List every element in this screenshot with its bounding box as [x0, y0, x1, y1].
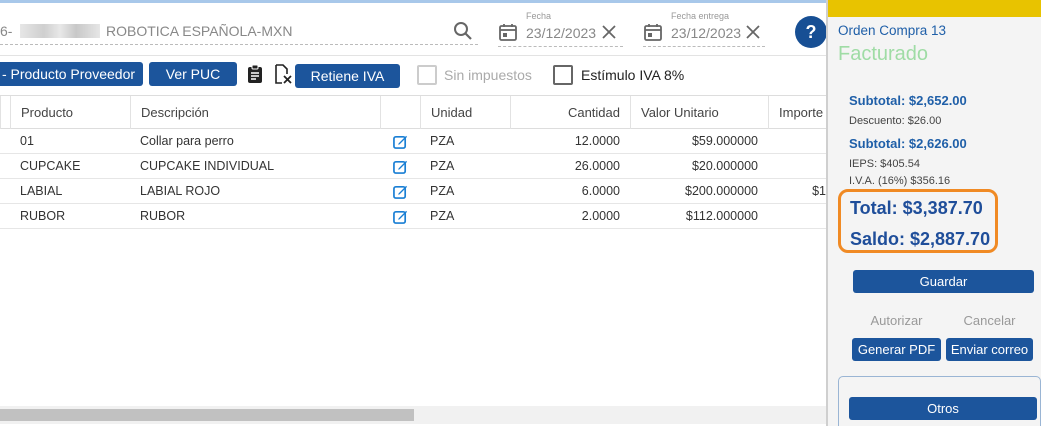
- totals-highlight: Total: $3,387.70 Saldo: $2,887.70: [838, 189, 998, 253]
- fecha-entrega-label: Fecha entrega: [671, 11, 730, 21]
- cell-descripcion: LABIAL ROJO: [140, 184, 221, 198]
- table-row[interactable]: CUPCAKE CUPCAKE INDIVIDUAL PZA 26.0000 $…: [0, 154, 826, 179]
- saldo-amount: Saldo: $2,887.70: [850, 229, 991, 249]
- cancelar-button[interactable]: Cancelar: [946, 309, 1033, 332]
- search-icon[interactable]: [453, 21, 473, 41]
- clipboard-icon[interactable]: [246, 64, 264, 84]
- estimulo-iva-checkbox[interactable]: [553, 65, 573, 85]
- sin-impuestos-label: Sin impuestos: [444, 67, 532, 83]
- fecha-field[interactable]: Fecha 23/12/2023: [498, 11, 623, 47]
- clear-fecha-entrega-icon[interactable]: [744, 23, 762, 41]
- table-row[interactable]: 01 Collar para perro PZA 12.0000 $59.000…: [0, 129, 826, 154]
- scrollbar-thumb[interactable]: [0, 409, 414, 421]
- cell-descripcion: CUPCAKE INDIVIDUAL: [140, 159, 275, 173]
- ver-puc-button[interactable]: Ver PUC: [149, 62, 237, 86]
- subtotal-line: Subtotal: $2,652.00: [849, 93, 967, 108]
- edit-icon[interactable]: [393, 159, 408, 174]
- supplier-field[interactable]: 6- ROBOTICA ESPAÑOLA-MXN: [0, 21, 478, 45]
- cell-cantidad: 12.0000: [574, 134, 620, 148]
- cell-unidad: PZA: [430, 134, 455, 148]
- table-row[interactable]: RUBOR RUBOR PZA 2.0000 $112.000000: [0, 204, 826, 229]
- fecha-value: 23/12/2023: [526, 25, 597, 41]
- cell-descripcion: Collar para perro: [140, 134, 234, 148]
- cell-unidad: PZA: [430, 159, 455, 173]
- ieps-line: IEPS: $405.54: [849, 158, 920, 170]
- guardar-button[interactable]: Guardar: [853, 270, 1034, 293]
- order-title: Orden Compra 13: [838, 23, 947, 38]
- otros-button[interactable]: Otros: [849, 397, 1037, 420]
- sin-impuestos-checkbox[interactable]: [417, 65, 437, 85]
- cell-valor-unitario: $200.000000: [685, 184, 758, 198]
- cell-cantidad: 2.0000: [581, 209, 620, 223]
- header-fields: 6- ROBOTICA ESPAÑOLA-MXN Fecha 23/12/202…: [0, 3, 827, 53]
- edit-icon[interactable]: [393, 209, 408, 224]
- cell-producto: LABIAL: [20, 184, 63, 198]
- autorizar-button[interactable]: Autorizar: [853, 309, 940, 332]
- column-header-unidad[interactable]: Unidad: [420, 96, 510, 129]
- cell-producto: RUBOR: [20, 209, 66, 223]
- cell-importe: [768, 154, 826, 179]
- cell-importe: [768, 204, 826, 229]
- cell-valor-unitario: $59.000000: [691, 134, 758, 148]
- fecha-label: Fecha: [526, 11, 552, 21]
- clear-fecha-icon[interactable]: [600, 23, 618, 41]
- edit-icon[interactable]: [393, 184, 408, 199]
- cell-cantidad: 6.0000: [581, 184, 620, 198]
- cell-unidad: PZA: [430, 184, 455, 198]
- cell-valor-unitario: $20.000000: [691, 159, 758, 173]
- column-header-valor-unitario[interactable]: Valor Unitario: [630, 96, 768, 129]
- supplier-prefix: 6-: [0, 23, 13, 39]
- otros-section: Otros: [838, 376, 1041, 426]
- toolbar: - Producto Proveedor Ver PUC Retiene IVA…: [0, 55, 826, 95]
- cell-valor-unitario: $112.000000: [685, 209, 758, 223]
- estimulo-iva-label: Estímulo IVA 8%: [581, 67, 685, 83]
- iva-line: I.V.A. (16%) $356.16: [849, 175, 951, 187]
- order-summary-panel: Orden Compra 13 Facturado Subtotal: $2,6…: [828, 0, 1041, 426]
- fecha-entrega-field[interactable]: Fecha entrega 23/12/2023: [643, 11, 765, 47]
- edit-icon[interactable]: [393, 134, 408, 149]
- cell-importe: [768, 129, 826, 154]
- producto-proveedor-button[interactable]: - Producto Proveedor: [0, 62, 143, 86]
- cell-importe: $1: [812, 184, 826, 198]
- column-header-importe[interactable]: Importe: [768, 96, 826, 129]
- cell-producto: 01: [20, 134, 34, 148]
- horizontal-scrollbar[interactable]: [0, 406, 826, 424]
- column-header-descripcion[interactable]: Descripción: [130, 96, 380, 129]
- file-remove-icon[interactable]: [273, 64, 293, 84]
- descuento-line: Descuento: $26.00: [849, 115, 942, 127]
- products-table: Producto Descripción Unidad Cantidad Val…: [0, 95, 826, 426]
- redacted-text: [20, 24, 100, 38]
- cell-producto: CUPCAKE: [20, 159, 81, 173]
- status-color-bar: [828, 0, 1041, 17]
- subtotal-net-line: Subtotal: $2,626.00: [849, 136, 967, 151]
- cell-unidad: PZA: [430, 209, 455, 223]
- fecha-entrega-value: 23/12/2023: [671, 25, 742, 41]
- column-header-producto[interactable]: Producto: [10, 96, 130, 129]
- total-amount: Total: $3,387.70: [850, 198, 983, 218]
- generar-pdf-button[interactable]: Generar PDF: [852, 338, 941, 361]
- cell-descripcion: RUBOR: [140, 209, 186, 223]
- table-header: Producto Descripción Unidad Cantidad Val…: [0, 96, 826, 129]
- column-header-edit: [380, 96, 420, 129]
- supplier-name: ROBOTICA ESPAÑOLA-MXN: [106, 23, 293, 39]
- retiene-iva-button[interactable]: Retiene IVA: [295, 64, 400, 88]
- status-label: Facturado: [838, 43, 929, 65]
- table-row[interactable]: LABIAL LABIAL ROJO PZA 6.0000 $200.00000…: [0, 179, 826, 204]
- calendar-icon[interactable]: [643, 22, 663, 42]
- column-header-cantidad[interactable]: Cantidad: [510, 96, 630, 129]
- cell-cantidad: 26.0000: [574, 159, 620, 173]
- calendar-icon[interactable]: [498, 22, 518, 42]
- enviar-correo-button[interactable]: Enviar correo: [946, 338, 1033, 361]
- help-button[interactable]: ?: [795, 16, 827, 48]
